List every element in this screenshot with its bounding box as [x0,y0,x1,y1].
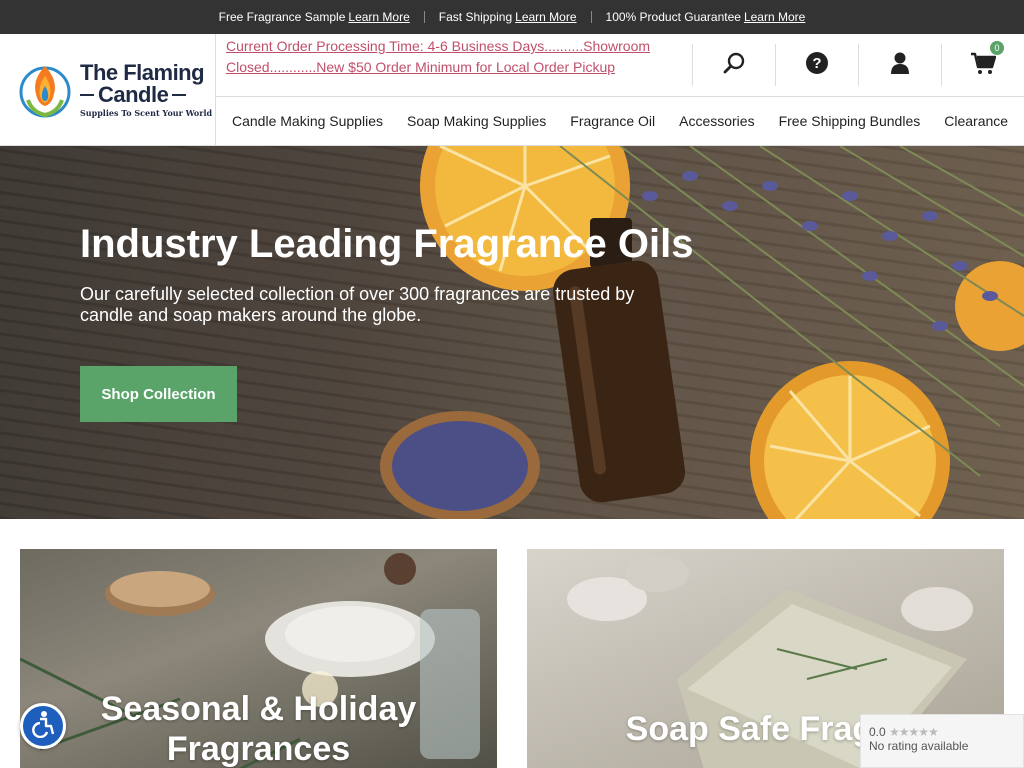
rating-score: 0.0 [869,725,886,739]
help-button[interactable]: ? [775,44,858,86]
help-icon: ? [805,51,829,80]
user-icon [890,51,910,80]
promo-free-sample: Free Fragrance Sample Learn More [205,10,424,24]
learn-more-link[interactable]: Learn More [744,10,805,24]
card-seasonal-holiday[interactable]: Seasonal & Holiday Fragrances [20,549,497,768]
promo-guarantee: 100% Product Guarantee Learn More [592,10,820,24]
nav-fragrance-oil[interactable]: Fragrance Oil [558,113,667,129]
nav-accessories[interactable]: Accessories [667,113,766,129]
star-icons: ★★★★★ [889,725,939,739]
rating-label: No rating available [869,739,969,753]
accessibility-icon [29,710,57,743]
nav-free-shipping-bundles[interactable]: Free Shipping Bundles [767,113,933,129]
logo-tagline: Supplies To Scent Your World [80,108,213,118]
rating-widget[interactable]: 0.0 ★★★★★ No rating available [860,714,1024,768]
cart-icon [970,51,997,80]
promo-text: Fast Shipping [438,10,513,24]
rating-score-row: 0.0 ★★★★★ [869,725,1015,739]
promo-text: 100% Product Guarantee [605,10,741,24]
nav-candle-making-supplies[interactable]: Candle Making Supplies [220,113,395,129]
site-header: The Flaming Candle Supplies To Scent You… [0,34,1024,146]
promo-text: Free Fragrance Sample [218,10,346,24]
learn-more-link[interactable]: Learn More [348,10,409,24]
logo-line1: The Flaming [80,60,205,85]
hero-image [380,146,1024,519]
header-top: Current Order Processing Time: 4-6 Busin… [216,34,1024,97]
account-button[interactable] [858,44,941,86]
promo-fast-shipping: Fast Shipping Learn More [425,10,591,24]
logo-text: The Flaming Candle Supplies To Scent You… [80,62,212,117]
cart-count-badge: 0 [990,41,1004,55]
hero-subtitle: Our carefully selected collection of ove… [80,284,635,325]
shop-collection-button[interactable]: Shop Collection [80,366,237,422]
search-icon [722,51,746,80]
accessibility-button[interactable] [20,703,66,749]
nav-clearance[interactable]: Clearance [932,113,1020,129]
promo-bar: Free Fragrance Sample Learn More Fast Sh… [0,0,1024,34]
hero-title: Industry Leading Fragrance Oils [80,222,694,266]
svg-text:?: ? [812,55,821,72]
logo-line2: Candle [80,84,212,106]
search-button[interactable] [692,44,775,86]
logo-line2-text: Candle [98,82,169,107]
nav-soap-making-supplies[interactable]: Soap Making Supplies [395,113,558,129]
order-notice-link[interactable]: Current Order Processing Time: 4-6 Busin… [216,34,692,96]
header-right: Current Order Processing Time: 4-6 Busin… [216,34,1024,145]
flame-icon [18,60,74,120]
card-title: Seasonal & Holiday Fragrances [100,690,417,768]
hero-banner: Industry Leading Fragrance Oils Our care… [0,146,1024,519]
cart-button[interactable]: 0 [941,41,1024,86]
main-nav: Candle Making Supplies Soap Making Suppl… [216,97,1024,145]
logo[interactable]: The Flaming Candle Supplies To Scent You… [0,34,216,145]
learn-more-link[interactable]: Learn More [515,10,576,24]
